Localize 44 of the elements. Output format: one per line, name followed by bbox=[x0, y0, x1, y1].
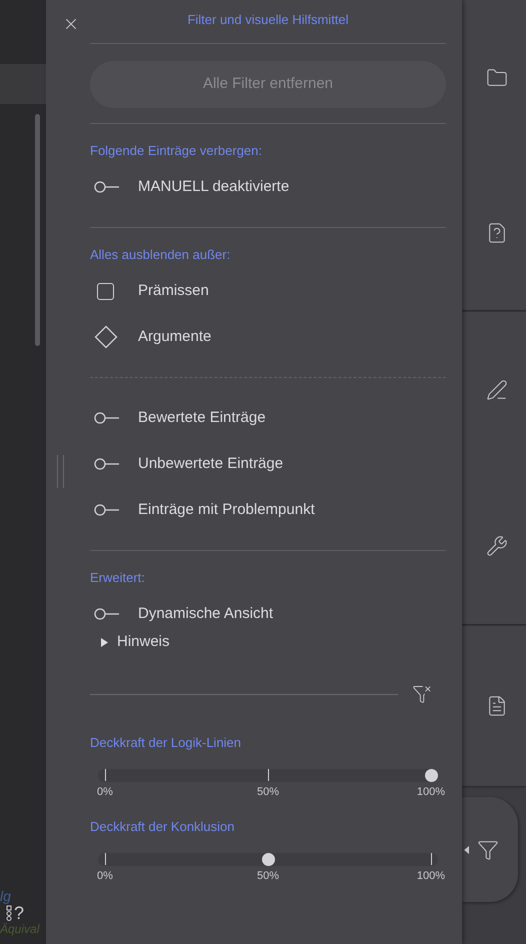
checkbox[interactable] bbox=[97, 282, 114, 300]
caret-right-icon bbox=[100, 638, 109, 646]
tick-label: 100% bbox=[416, 869, 446, 884]
slider-label: Deckkraft der Logik-Linien bbox=[90, 735, 242, 751]
option-label: Argumente bbox=[138, 326, 212, 347]
option-label: Bewertete Einträge bbox=[138, 408, 266, 428]
toggle-switch[interactable] bbox=[94, 181, 120, 193]
option-label: Dynamische Ansicht bbox=[138, 604, 274, 624]
slider-label: Deckkraft der Konklusion bbox=[90, 819, 236, 835]
option-label: Prämissen bbox=[138, 280, 209, 301]
resize-handle[interactable] bbox=[57, 455, 64, 488]
section-label: Folgende Einträge verbergen: bbox=[90, 143, 264, 159]
caret-left-icon bbox=[464, 846, 469, 854]
tick-label: 0% bbox=[97, 785, 113, 800]
toggle-switch[interactable] bbox=[94, 608, 120, 620]
document-icon[interactable] bbox=[486, 695, 508, 717]
tick-label: 50% bbox=[256, 869, 280, 884]
wrench-icon[interactable] bbox=[486, 535, 508, 557]
diamond-checkbox[interactable] bbox=[94, 325, 118, 349]
slider-track[interactable] bbox=[98, 769, 438, 782]
scrollbar[interactable] bbox=[35, 114, 40, 346]
tick-label: 0% bbox=[97, 869, 113, 884]
section-label: Erweitert: bbox=[90, 570, 146, 586]
pencil-icon[interactable] bbox=[486, 379, 508, 401]
node-icon bbox=[6, 905, 12, 921]
tick-label: 100% bbox=[416, 785, 446, 800]
toggle-switch[interactable] bbox=[94, 458, 120, 470]
slider-thumb[interactable] bbox=[425, 769, 438, 782]
slider-thumb[interactable] bbox=[262, 853, 275, 866]
section-label: Alles ausblenden außer: bbox=[90, 247, 232, 263]
panel-title: Filter und visuelle Hilfsmittel bbox=[187, 11, 349, 30]
option-label: Unbewertete Einträge bbox=[138, 454, 284, 474]
option-label: Einträge mit Problempunkt bbox=[138, 500, 315, 520]
help-icon[interactable]: ? bbox=[14, 904, 24, 922]
filter-icon bbox=[477, 838, 499, 860]
folder-icon[interactable] bbox=[486, 66, 508, 88]
document-question-icon[interactable] bbox=[486, 222, 508, 244]
link-text: lg bbox=[0, 888, 12, 904]
slider-track[interactable] bbox=[98, 853, 438, 866]
toggle-switch[interactable] bbox=[94, 412, 120, 424]
toggle-switch[interactable] bbox=[94, 504, 120, 516]
hint-toggle[interactable]: Hinweis bbox=[90, 631, 170, 653]
option-label: MANUELL deaktivierte bbox=[138, 176, 290, 197]
tick-label: 50% bbox=[256, 785, 280, 800]
